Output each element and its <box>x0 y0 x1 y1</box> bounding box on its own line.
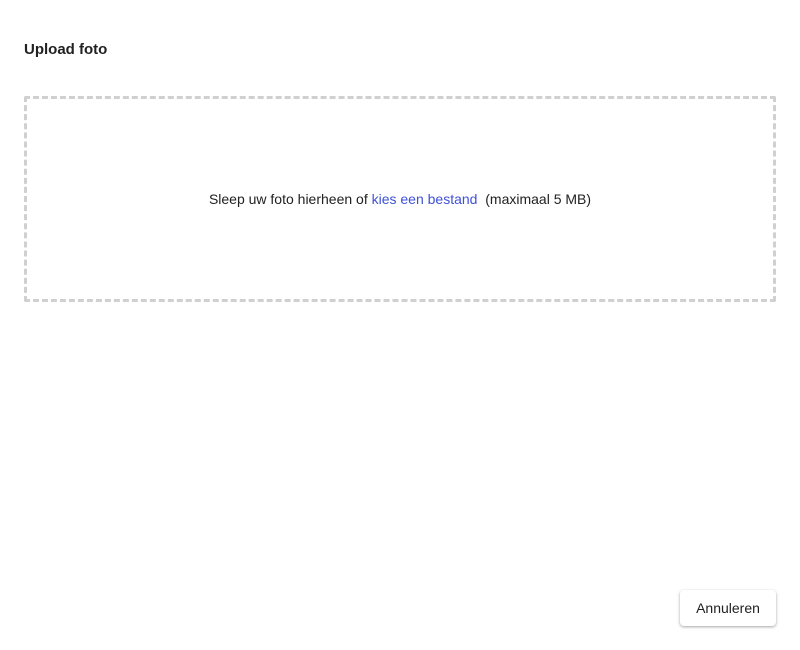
max-size-note: (maximaal 5 MB) <box>477 191 592 207</box>
upload-photo-dialog: Upload foto Sleep uw foto hierheen of ki… <box>0 0 800 650</box>
dropzone-text-before: Sleep uw foto hierheen of <box>208 191 372 207</box>
photo-dropzone[interactable]: Sleep uw foto hierheen of kies een besta… <box>24 96 776 302</box>
dropzone-instructions: Sleep uw foto hierheen of kies een besta… <box>209 190 591 208</box>
dialog-title: Upload foto <box>24 41 108 58</box>
choose-file-link[interactable]: kies een bestand <box>372 191 478 207</box>
cancel-button[interactable]: Annuleren <box>680 590 776 626</box>
